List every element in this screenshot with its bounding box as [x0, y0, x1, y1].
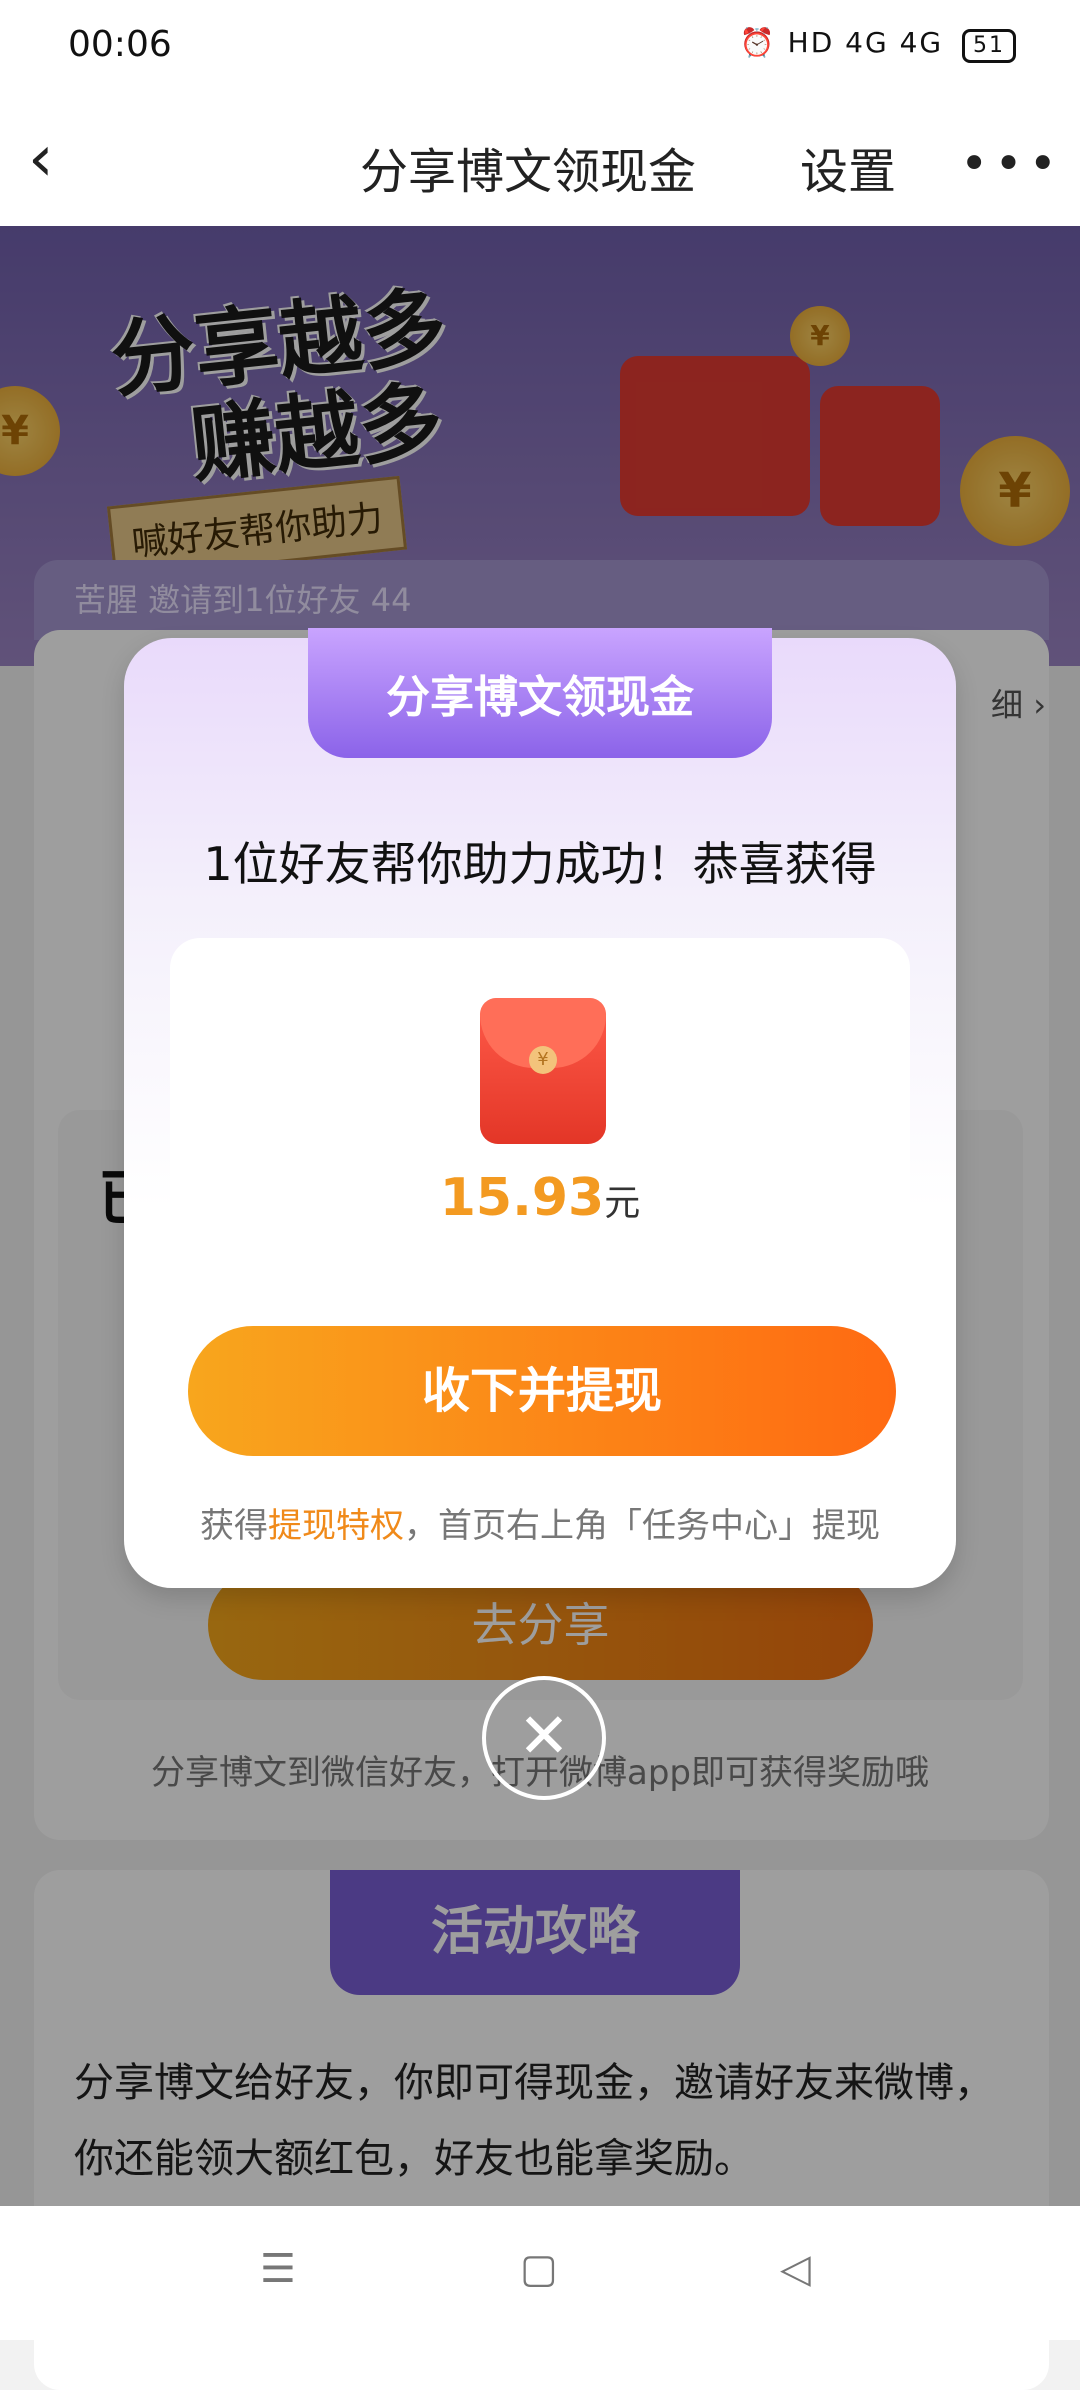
- collect-withdraw-button[interactable]: 收下并提现: [188, 1326, 896, 1456]
- note-suffix: ，首页右上角「任务中心」提现: [404, 1506, 880, 1546]
- status-icons: ⏰ HD 4G 4G 51: [740, 26, 1016, 63]
- status-time: 00:06: [68, 24, 172, 65]
- close-icon[interactable]: ✕: [482, 1676, 606, 1800]
- withdraw-note: 获得提现特权，首页右上角「任务中心」提现: [124, 1498, 956, 1547]
- menu-icon[interactable]: ☰: [260, 2246, 296, 2292]
- system-nav-bar: ☰ ▢ ◁: [0, 2206, 1080, 2340]
- back-icon[interactable]: ‹: [28, 126, 88, 196]
- top-nav: ‹ 分享博文领现金 设置 •••: [0, 96, 1080, 227]
- reward-amount-value: 15.93: [439, 1168, 605, 1228]
- back-nav-icon[interactable]: ◁: [780, 2246, 811, 2292]
- more-icon[interactable]: •••: [960, 136, 1063, 192]
- modal-banner: 分享博文领现金: [308, 628, 772, 758]
- envelope-seal-icon: ¥: [529, 1046, 557, 1074]
- reward-modal: 分享博文领现金 1位好友帮你助力成功！恭喜获得 ¥ 15.93元 收下并提现 获…: [124, 628, 956, 1588]
- home-icon[interactable]: ▢: [520, 2246, 558, 2292]
- note-prefix: 获得: [200, 1506, 268, 1546]
- battery-icon: 51: [962, 29, 1016, 63]
- page-title: 分享博文领现金: [360, 144, 697, 200]
- modal-subtitle: 1位好友帮你助力成功！恭喜获得: [203, 837, 877, 891]
- reward-amount-unit: 元: [604, 1183, 641, 1224]
- note-highlight[interactable]: 提现特权: [268, 1506, 404, 1546]
- reward-amount: 15.93元: [124, 1168, 956, 1228]
- status-icons-text: ⏰ HD 4G 4G: [739, 26, 944, 59]
- settings-button[interactable]: 设置: [800, 132, 896, 202]
- status-bar: 00:06 ⏰ HD 4G 4G 51: [0, 0, 1080, 96]
- red-envelope-icon: ¥: [480, 998, 606, 1144]
